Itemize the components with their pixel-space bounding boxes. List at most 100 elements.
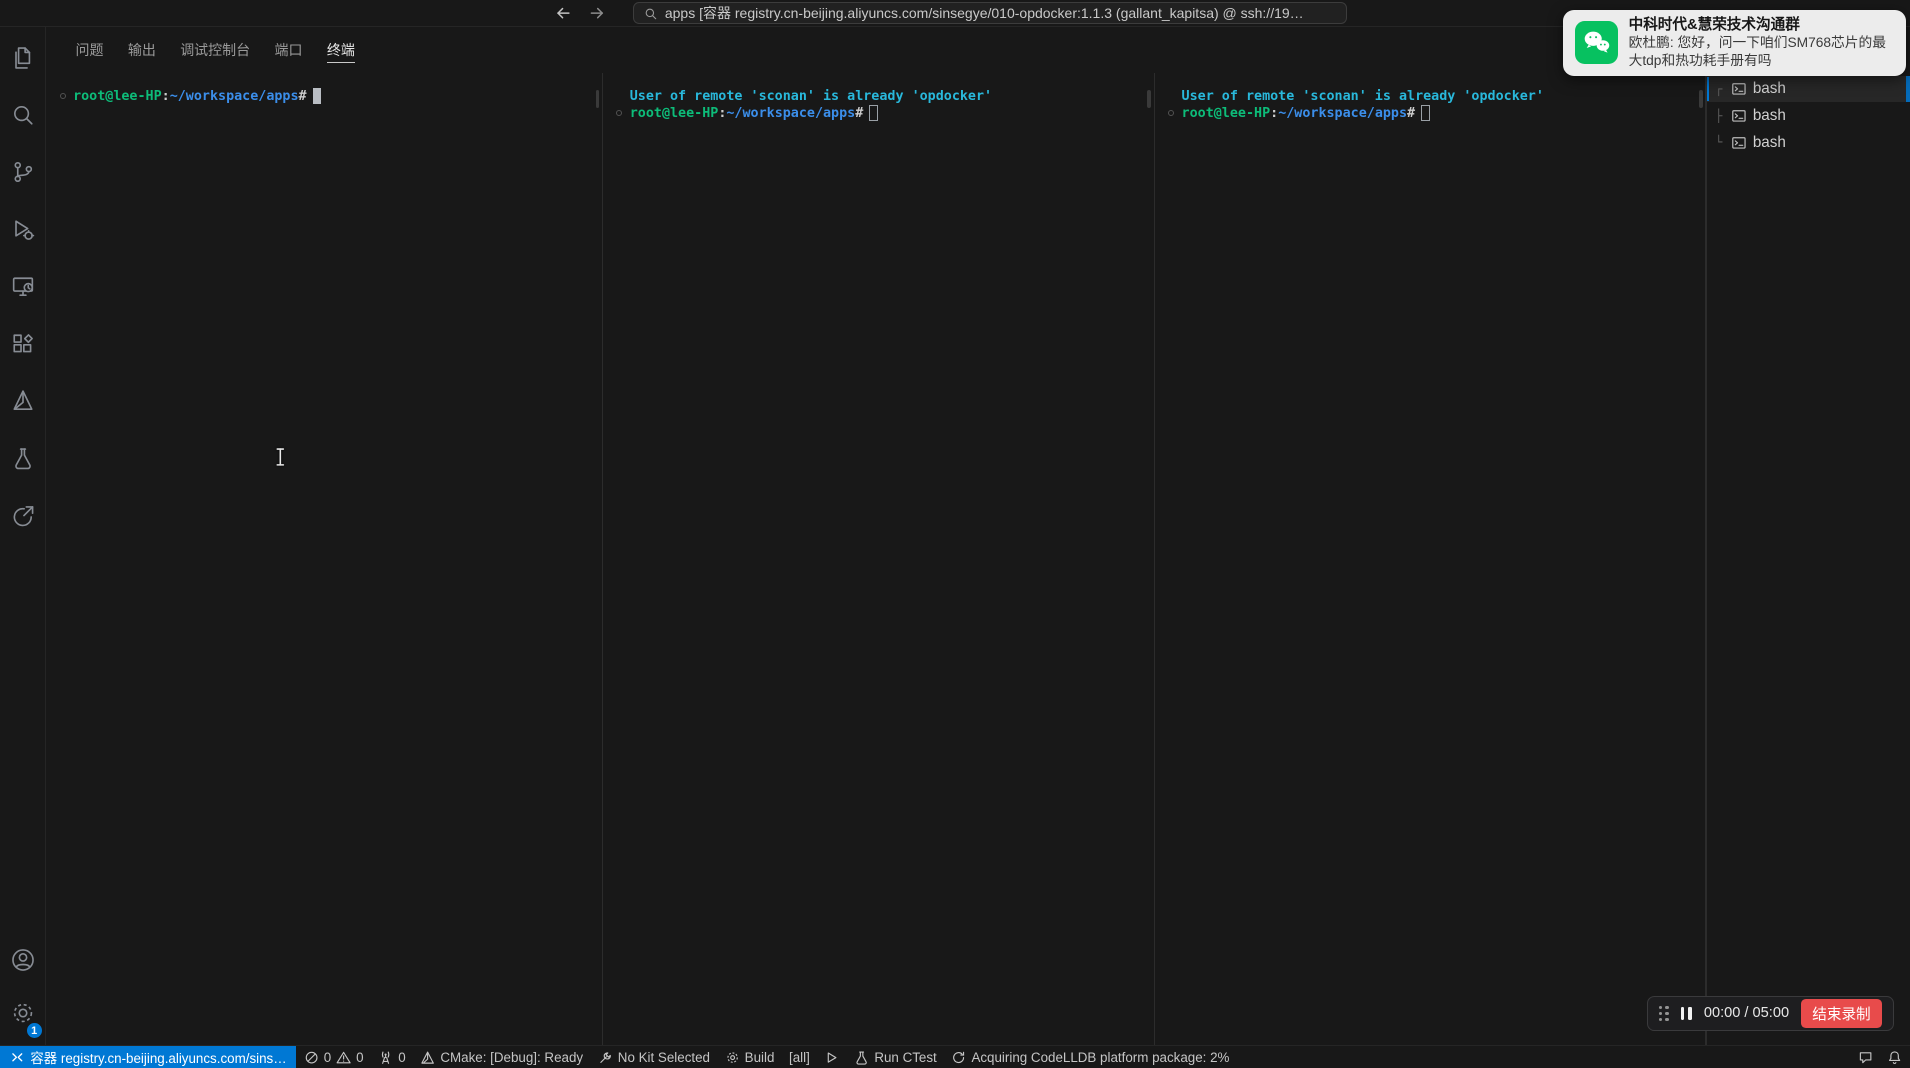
build-target-label: [all] — [789, 1050, 810, 1065]
prompt-user: root@lee-HP — [73, 88, 162, 105]
panel-tab-terminal[interactable]: 终端 — [315, 27, 367, 73]
sidebar-item-live-share[interactable] — [0, 487, 46, 544]
panel-tab-label: 端口 — [275, 40, 303, 60]
notification-body: 欧杜鹏: 您好，问一下咱们SM768芯片的最大tdp和热功耗手册有吗 — [1629, 34, 1895, 69]
warning-count: 0 — [356, 1050, 363, 1065]
prompt-hash: # — [299, 88, 307, 105]
cmake-status[interactable]: CMake: [Debug]: Ready — [413, 1046, 590, 1068]
notification-texts: 中科时代&慧荣技术沟通群 欧杜鹏: 您好，问一下咱们SM768芯片的最大tdp和… — [1629, 16, 1895, 70]
nav-arrows — [554, 0, 606, 27]
terminal-pane-3[interactable]: User of remote 'sconan' is already 'opdo… — [1155, 73, 1706, 1045]
prompt-path: ~/workspace/apps — [726, 105, 855, 122]
test-flask-icon — [9, 445, 37, 473]
kit-status-label: No Kit Selected — [618, 1050, 710, 1065]
back-arrow-icon[interactable] — [554, 4, 572, 22]
prompt-colon: : — [718, 105, 726, 122]
sidebar-item-remote-explorer[interactable] — [0, 258, 46, 315]
drag-handle-icon[interactable] — [1659, 1006, 1669, 1022]
wrench-icon — [598, 1050, 613, 1065]
build-label: Build — [745, 1050, 775, 1065]
terminal-line: User of remote 'sconan' is already 'opdo… — [615, 88, 1153, 105]
prompt-hash: # — [1407, 105, 1415, 122]
wechat-notification[interactable]: 中科时代&慧荣技术沟通群 欧杜鹏: 您好，问一下咱们SM768芯片的最大tdp和… — [1563, 10, 1907, 76]
gear-icon — [725, 1050, 740, 1065]
remote-indicator[interactable]: 容器 registry.cn-beijing.aliyuncs.com/sins… — [0, 1046, 296, 1068]
kit-selector[interactable]: No Kit Selected — [590, 1046, 717, 1068]
bell-icon — [1887, 1050, 1902, 1065]
terminal-line: root@lee-HP:~/workspace/apps# — [1167, 105, 1705, 122]
terminal-tab-label: bash — [1753, 80, 1786, 97]
prompt-colon: : — [1270, 105, 1278, 122]
sidebar-item-source-control[interactable] — [0, 144, 46, 201]
problems-indicator[interactable]: 0 0 — [296, 1046, 371, 1068]
notifications-button[interactable] — [1880, 1046, 1910, 1068]
terminal-caret-unfocused — [1421, 105, 1430, 121]
panel-tab-debug-console[interactable]: 调试控制台 — [168, 27, 262, 73]
scrollbar-thumb[interactable] — [1147, 90, 1151, 108]
terminal-pane-2[interactable]: User of remote 'sconan' is already 'opdo… — [603, 73, 1154, 1045]
terminal-tab-2[interactable]: ├ bash — [1707, 102, 1910, 129]
sidebar-item-search[interactable] — [0, 86, 46, 143]
list-scrollbar-thumb[interactable] — [1906, 76, 1910, 103]
activity-bar: 1 — [0, 27, 46, 1045]
prompt-path: ~/workspace/apps — [1278, 105, 1407, 122]
terminal-line: root@lee-HP:~/workspace/apps# — [615, 105, 1153, 122]
terminal-output: User of remote 'sconan' is already 'opdo… — [1182, 88, 1544, 105]
warning-triangle-icon — [336, 1050, 351, 1065]
terminal-output: User of remote 'sconan' is already 'opdo… — [630, 88, 992, 105]
remote-label: 容器 registry.cn-beijing.aliyuncs.com/sins… — [30, 1047, 286, 1067]
panel-tab-label: 终端 — [327, 40, 355, 60]
terminal-icon — [1731, 81, 1747, 97]
sidebar-item-explorer[interactable] — [0, 29, 46, 86]
account-button[interactable] — [0, 933, 46, 987]
tree-guide: └ — [1715, 136, 1731, 148]
terminal-tab-3[interactable]: └ bash — [1707, 129, 1910, 156]
sync-spinner-icon — [951, 1050, 966, 1065]
live-share-icon — [9, 502, 37, 530]
build-target[interactable]: [all] — [782, 1046, 817, 1068]
stop-recording-button[interactable]: 结束录制 — [1801, 999, 1881, 1027]
sidebar-item-run-debug[interactable] — [0, 201, 46, 258]
terminal-panel: root@lee-HP:~/workspace/apps# User of re… — [46, 73, 1910, 1045]
command-decoration — [615, 110, 630, 116]
terminal-pane-1[interactable]: root@lee-HP:~/workspace/apps# — [46, 73, 601, 1045]
command-center[interactable]: apps [容器 registry.cn-beijing.aliyuncs.co… — [633, 2, 1347, 24]
command-center-text: apps [容器 registry.cn-beijing.aliyuncs.co… — [665, 3, 1304, 23]
panel-tab-problems[interactable]: 问题 — [63, 27, 115, 73]
panel-tab-ports[interactable]: 端口 — [262, 27, 314, 73]
run-debug-icon — [9, 216, 37, 244]
panel-tab-label: 调试控制台 — [180, 40, 250, 60]
beaker-icon — [854, 1050, 869, 1065]
files-icon — [9, 44, 37, 72]
play-icon — [824, 1050, 839, 1065]
scrollbar-thumb[interactable] — [1699, 90, 1703, 108]
tree-guide: ├ — [1715, 110, 1731, 122]
sidebar-item-extensions[interactable] — [0, 315, 46, 372]
ctest-label: Run CTest — [874, 1050, 936, 1065]
terminal-caret-unfocused — [869, 105, 878, 121]
sidebar-item-testing[interactable] — [0, 430, 46, 487]
search-icon — [9, 101, 37, 129]
forward-arrow-icon[interactable] — [588, 4, 606, 22]
pause-button[interactable] — [1681, 1007, 1692, 1020]
status-bar-right — [1850, 1046, 1910, 1068]
build-button[interactable]: Build — [717, 1046, 781, 1068]
remote-icon — [10, 1050, 25, 1065]
scrollbar-thumb[interactable] — [596, 90, 600, 108]
feedback-button[interactable] — [1850, 1046, 1880, 1068]
prompt-user: root@lee-HP — [630, 105, 719, 122]
ports-indicator[interactable]: 0 — [371, 1046, 413, 1068]
sidebar-item-cmake[interactable] — [0, 373, 46, 430]
cmake-icon — [9, 387, 37, 415]
terminal-caret-focused — [313, 88, 322, 104]
settings-badge: 1 — [26, 1022, 43, 1039]
status-bar: 容器 registry.cn-beijing.aliyuncs.com/sins… — [0, 1045, 1910, 1068]
panel-tab-output[interactable]: 输出 — [116, 27, 168, 73]
lldb-progress[interactable]: Acquiring CodeLLDB platform package: 2% — [944, 1046, 1237, 1068]
settings-button[interactable]: 1 — [0, 987, 46, 1041]
launch-button[interactable] — [817, 1046, 847, 1068]
ctest-button[interactable]: Run CTest — [847, 1046, 944, 1068]
panel-tab-label: 问题 — [76, 40, 104, 60]
terminal-tab-1[interactable]: ┌ bash — [1707, 76, 1910, 103]
lldb-progress-label: Acquiring CodeLLDB platform package: 2% — [971, 1050, 1229, 1065]
